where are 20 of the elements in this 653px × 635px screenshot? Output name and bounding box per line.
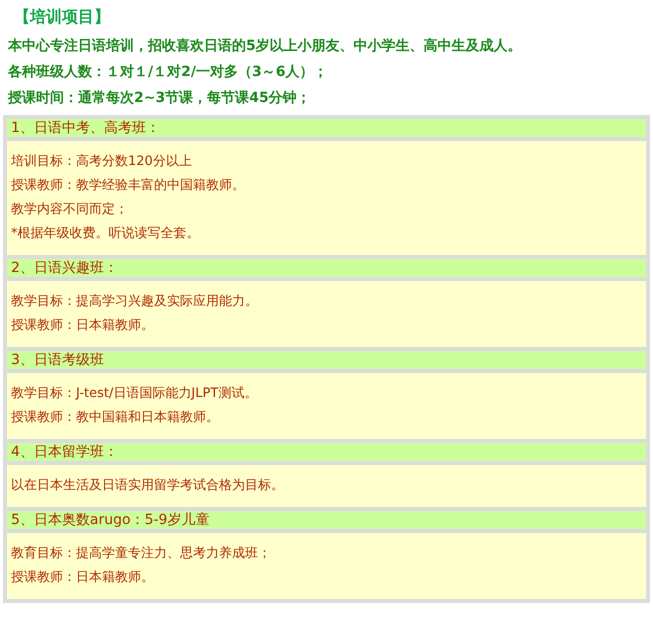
- detail-text: 授课教师：日本籍教师。: [11, 317, 155, 335]
- course-heading: 5、日本奥数arugo：5-9岁儿童: [7, 511, 646, 529]
- intro-text: 本中心专注日语培训，招收喜欢日语的5岁以上小朋友、中小学生、高中生及成人。: [8, 36, 523, 56]
- course-heading: 4、日本留学班：: [7, 443, 646, 461]
- section-title: 【培训项目】: [13, 6, 111, 28]
- course-heading: 2、日语兴趣班：: [7, 259, 646, 277]
- detail-text: 教学目标：提高学习兴趣及实际应用能力。: [11, 293, 259, 311]
- detail-text: 教学内容不同而定；: [11, 201, 129, 219]
- detail-text: 培训目标：高考分数120分以上: [11, 153, 193, 171]
- detail-text: 教育目标：提高学童专注力、思考力养成班；: [11, 544, 272, 563]
- detail-text: *根据年级收费。听说读写全套。: [11, 225, 200, 243]
- course-heading: 3、日语考级班: [7, 351, 646, 369]
- detail-text: 以在日本生活及日语实用留学考试合格为目标。: [11, 477, 285, 495]
- detail-text: 授课教师：日本籍教师。: [11, 569, 155, 587]
- detail-text: 授课教师：教学经验丰富的中国籍教师。: [11, 177, 246, 195]
- intro-text: 各种班级人数：１对１/１对2/一对多（3～6人）；: [8, 63, 328, 82]
- intro-text: 授课时间：通常每次2~3节课，每节课45分钟；: [8, 89, 312, 108]
- detail-text: 授课教师：教中国籍和日本籍教师。: [11, 409, 220, 427]
- detail-text: 教学目标：J-test/日语国际能力JLPT测试。: [11, 385, 258, 403]
- course-heading: 1、日语中考、高考班：: [7, 119, 646, 137]
